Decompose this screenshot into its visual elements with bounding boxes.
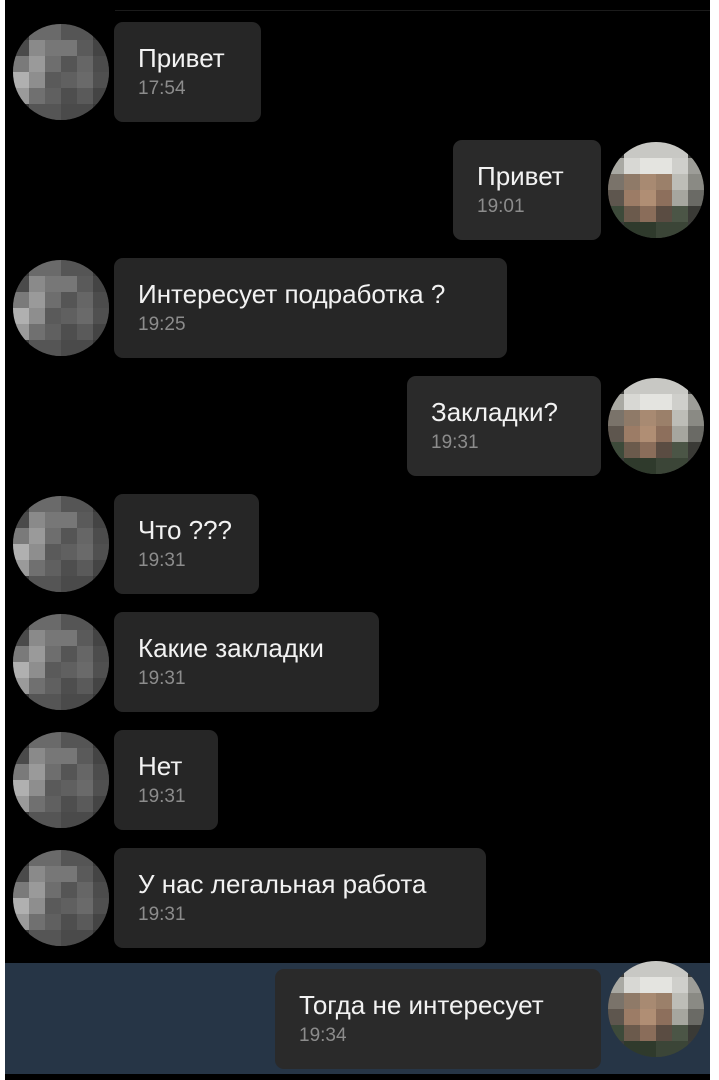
sender-avatar-pixelated[interactable]	[13, 496, 109, 592]
sender-avatar-pixelated[interactable]	[13, 260, 109, 356]
message-text: Тогда не интересует	[299, 990, 544, 1020]
message-text: Нет	[138, 751, 183, 781]
message-time: 19:31	[431, 432, 479, 453]
message-time: 19:34	[299, 1025, 347, 1046]
message-bubble[interactable]: Привет 19:01	[453, 140, 601, 240]
message-text: Что ???	[138, 515, 233, 545]
message-bubble[interactable]: Какие закладки 19:31	[114, 612, 379, 712]
chat-screen: Привет 17:54 Привет 19:01 Интересует под…	[5, 0, 710, 1080]
own-avatar-pixelated[interactable]	[608, 961, 704, 1057]
message-time: 19:31	[138, 786, 186, 807]
sender-avatar-pixelated[interactable]	[13, 24, 109, 120]
own-avatar-pixelated[interactable]	[608, 142, 704, 238]
message-bubble[interactable]: Закладки? 19:31	[407, 376, 601, 476]
message-bubble[interactable]: Нет 19:31	[114, 730, 218, 830]
sender-avatar-pixelated[interactable]	[13, 732, 109, 828]
message-text: Привет	[138, 43, 225, 73]
message-time: 19:31	[138, 550, 186, 571]
message-text: Закладки?	[431, 397, 558, 427]
message-text: У нас легальная работа	[138, 869, 427, 899]
message-time: 19:25	[138, 314, 186, 335]
message-bubble[interactable]: Привет 17:54	[114, 22, 261, 122]
divider	[115, 10, 710, 11]
message-bubble[interactable]: Что ??? 19:31	[114, 494, 259, 594]
own-avatar-pixelated[interactable]	[608, 378, 704, 474]
message-time: 19:31	[138, 904, 186, 925]
message-time: 19:01	[477, 196, 525, 217]
message-time: 17:54	[138, 78, 186, 99]
sender-avatar-pixelated[interactable]	[13, 614, 109, 710]
sender-avatar-pixelated[interactable]	[13, 850, 109, 946]
message-time: 19:31	[138, 668, 186, 689]
message-bubble[interactable]: У нас легальная работа 19:31	[114, 848, 486, 948]
message-bubble[interactable]: Интересует подработка ? 19:25	[114, 258, 507, 358]
message-text: Интересует подработка ?	[138, 279, 446, 309]
message-text: Привет	[477, 161, 564, 191]
message-text: Какие закладки	[138, 633, 324, 663]
message-bubble[interactable]: Тогда не интересует 19:34	[275, 969, 601, 1069]
